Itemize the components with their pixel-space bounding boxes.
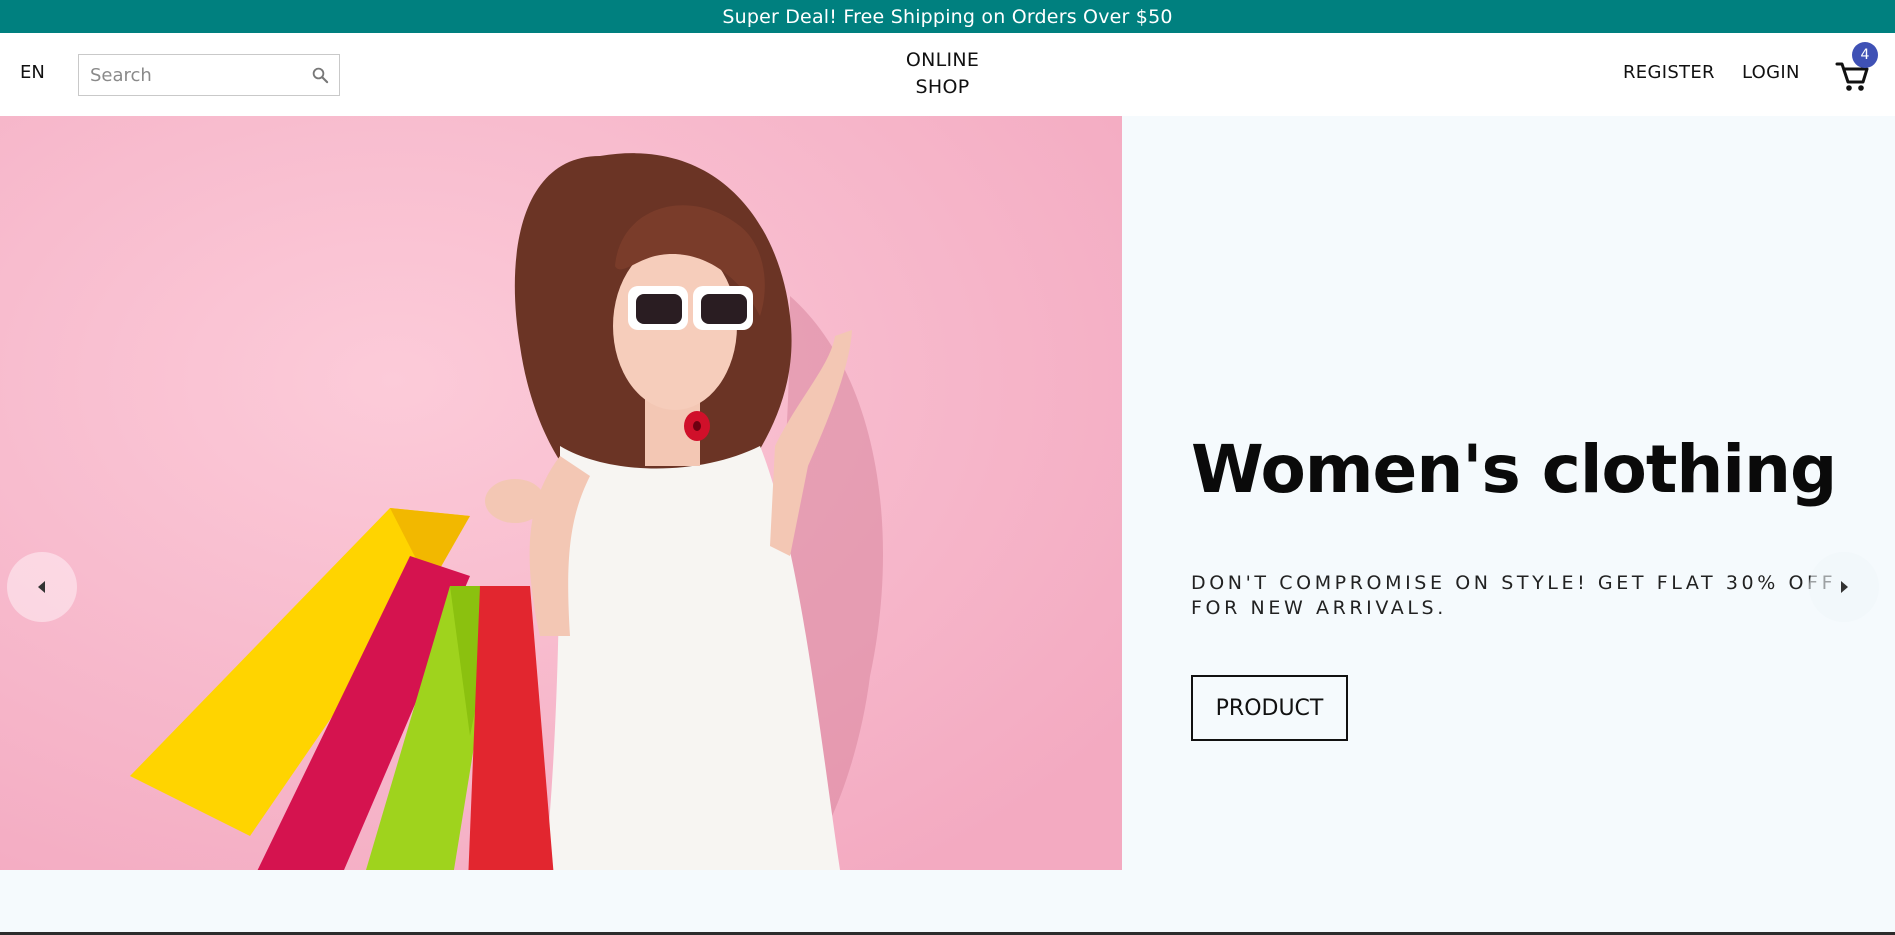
chevron-right-icon <box>1841 581 1848 593</box>
login-link[interactable]: LOGIN <box>1742 62 1800 83</box>
announcement-bar: Super Deal! Free Shipping on Orders Over… <box>0 0 1895 33</box>
logo[interactable]: ONLINE SHOP <box>880 47 1005 101</box>
language-selector[interactable]: EN <box>20 62 45 83</box>
hero-description: DON'T COMPROMISE ON STYLE! GET FLAT 30% … <box>1191 572 1837 619</box>
announcement-text: Super Deal! Free Shipping on Orders Over… <box>722 5 1173 28</box>
hero-image <box>0 116 1122 870</box>
slider-next-button[interactable] <box>1809 552 1879 622</box>
logo-line-2: SHOP <box>915 76 970 98</box>
search-input[interactable] <box>88 57 298 93</box>
slider-prev-button[interactable] <box>7 552 77 622</box>
navbar: EN ONLINE SHOP REGISTER LOGIN 4 <box>0 33 1895 116</box>
cart-count-badge: 4 <box>1852 42 1878 68</box>
search-icon[interactable] <box>311 66 329 84</box>
register-link[interactable]: REGISTER <box>1623 62 1715 83</box>
logo-line-1: ONLINE <box>905 49 980 71</box>
product-button[interactable]: PRODUCT <box>1191 675 1348 741</box>
hero-slider: Women's clothing DON'T COMPROMISE ON STY… <box>0 116 1895 870</box>
hero-title: Women's clothing <box>1191 431 1837 508</box>
woman-with-shopping-bags-illustration <box>0 116 1122 870</box>
chevron-left-icon <box>38 581 45 593</box>
search-container <box>78 54 340 96</box>
